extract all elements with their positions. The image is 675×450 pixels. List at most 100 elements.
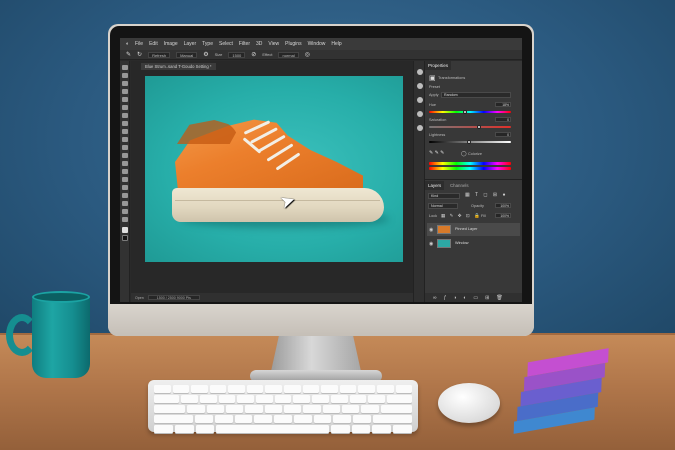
menu-file[interactable]: File (135, 41, 143, 47)
magic-wand-tool-icon[interactable] (122, 89, 128, 94)
styles-panel-icon[interactable] (417, 97, 423, 103)
colorize-checkbox[interactable]: ◯ (461, 151, 467, 157)
new-layer-icon[interactable]: ⊞ (485, 295, 489, 301)
keyboard-row (154, 405, 413, 413)
type-tool-icon[interactable] (122, 185, 128, 190)
monitor: ◐ File Edit Image Layer Type Select Filt… (108, 24, 534, 336)
eyedropper-icon[interactable]: ✎ ✎ ✎ (429, 150, 444, 156)
hue-range-bar-bottom (429, 167, 511, 170)
marquee-tool-icon[interactable] (122, 73, 128, 78)
layer-row-window[interactable]: ◉ Window (427, 237, 520, 250)
stamp-tool-icon[interactable] (122, 129, 128, 134)
airbrush-icon[interactable]: ⊘ (251, 51, 256, 58)
monitor-chin (108, 304, 534, 336)
effect-field[interactable]: normal (278, 51, 299, 58)
lock-icons[interactable]: ▦ ✎ ✥ ⊡ 🔒 (441, 213, 481, 219)
link-layers-icon[interactable]: ∞ (433, 295, 437, 301)
coffee-mug (32, 296, 90, 378)
saturation-value[interactable]: 0 (495, 117, 511, 122)
lasso-tool-icon[interactable] (122, 81, 128, 86)
menu-filter[interactable]: Filter (239, 41, 250, 47)
menu-layer[interactable]: Layer (184, 41, 197, 47)
eyedropper-tool-icon[interactable] (122, 105, 128, 110)
tab-channels[interactable]: Channels (447, 181, 472, 190)
size-label: Size (214, 52, 223, 57)
brush-tool-icon[interactable] (122, 121, 128, 126)
move-tool-icon[interactable] (122, 65, 128, 70)
panel-divider (425, 179, 522, 180)
lightness-slider-knob[interactable] (467, 140, 471, 144)
swatches-panel-icon[interactable] (417, 125, 423, 131)
app-logo-icon[interactable]: ◐ (126, 41, 129, 47)
hue-slider[interactable] (429, 111, 511, 113)
document-tab[interactable]: Blue Strum..sand T-Goudo Setting * (141, 63, 216, 70)
fx-icon[interactable]: ƒ (444, 295, 447, 301)
menu-type[interactable]: Type (202, 41, 213, 47)
adjustments-panel-icon[interactable] (417, 83, 423, 89)
menu-3d[interactable]: 3D (256, 41, 262, 47)
visibility-eye-icon[interactable]: ◉ (429, 241, 433, 247)
menu-window[interactable]: Window (308, 41, 326, 47)
layer-filter-kind[interactable]: Kind (428, 193, 460, 199)
lightness-label: Lightness (429, 133, 446, 137)
blend-mode-dropdown[interactable]: Normal (428, 203, 458, 209)
crop-tool-icon[interactable] (122, 97, 128, 102)
zoom-tool-icon[interactable] (122, 217, 128, 222)
opacity-value[interactable]: 100% (495, 203, 511, 208)
menu-edit[interactable]: Edit (149, 41, 158, 47)
shape-tool-icon[interactable] (122, 201, 128, 206)
refresh-icon[interactable]: ↻ (137, 51, 142, 58)
dodge-tool-icon[interactable] (122, 169, 128, 174)
history-brush-tool-icon[interactable] (122, 137, 128, 142)
menu-help[interactable]: Help (331, 41, 341, 47)
menu-image[interactable]: Image (164, 41, 178, 47)
hue-slider-knob[interactable] (463, 110, 467, 114)
fill-label: Fill (481, 214, 486, 218)
brush-tool-icon[interactable]: ✎ (126, 51, 131, 58)
fill-value[interactable]: 100% (495, 213, 511, 218)
transform-icon: ▣ (429, 75, 436, 82)
keyboard (148, 380, 418, 433)
saturation-slider-knob[interactable] (477, 125, 481, 129)
trash-icon[interactable]: 🗑 (496, 295, 502, 301)
size-field[interactable]: 1500 (228, 51, 246, 58)
blur-tool-icon[interactable] (122, 161, 128, 166)
tab-layers[interactable]: Layers (425, 181, 445, 190)
hue-value[interactable]: 18% (495, 102, 511, 107)
refresh-mode-field[interactable]: Refresh (148, 51, 171, 58)
background-color-icon[interactable] (122, 235, 128, 241)
settings-icon[interactable]: ⚙ (203, 51, 208, 58)
keyboard-row (154, 385, 413, 393)
visibility-eye-icon[interactable]: ◉ (429, 227, 433, 233)
menu-bar: ◐ File Edit Image Layer Type Select Filt… (120, 38, 522, 50)
hand-tool-icon[interactable] (122, 209, 128, 214)
pen-tool-icon[interactable] (122, 177, 128, 182)
apply-dropdown[interactable]: Random (441, 92, 511, 98)
eraser-tool-icon[interactable] (122, 145, 128, 150)
pressure-icon[interactable]: ◎ (305, 51, 310, 58)
saturation-slider[interactable] (429, 126, 511, 128)
keyboard-row (154, 415, 413, 423)
adjustment-layer-icon[interactable]: ◐ (463, 295, 466, 301)
layer-row-pinned[interactable]: ◉ Pinned Layer (427, 223, 520, 236)
properties-panel-icon[interactable] (417, 69, 423, 75)
lightness-value[interactable]: 0 (495, 132, 511, 137)
refresh-mode-dropdown[interactable]: Manual (176, 51, 198, 58)
path-select-tool-icon[interactable] (122, 193, 128, 198)
opacity-label: Opacity (471, 204, 484, 208)
menu-view[interactable]: View (268, 41, 279, 47)
tab-properties[interactable]: Properties (425, 61, 452, 70)
image-canvas[interactable]: ➤ (145, 76, 403, 262)
group-icon[interactable]: ▭ (473, 295, 478, 301)
menu-select[interactable]: Select (219, 41, 233, 47)
healing-tool-icon[interactable] (122, 113, 128, 118)
colorize-label: Colorize (468, 152, 482, 156)
layers-footer: ∞ ƒ ◑ ◐ ▭ ⊞ 🗑 (425, 293, 522, 302)
tools-panel (120, 61, 130, 302)
gradient-tool-icon[interactable] (122, 153, 128, 158)
mask-icon[interactable]: ◑ (453, 295, 456, 301)
layer-filter-icons[interactable]: ▦ T ◻ ⊞ ● (465, 192, 508, 198)
color-panel-icon[interactable] (417, 111, 423, 117)
menu-plugins[interactable]: Plugins (285, 41, 301, 47)
foreground-color-icon[interactable] (122, 227, 128, 233)
